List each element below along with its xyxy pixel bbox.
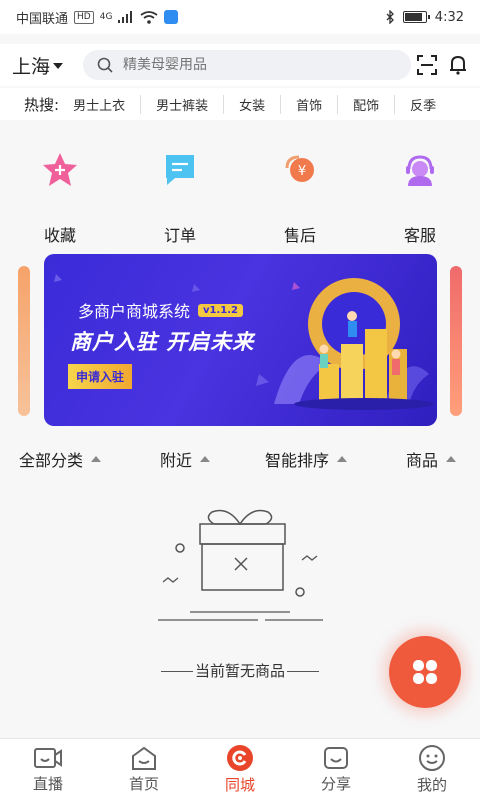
empty-gift-icon <box>158 509 323 621</box>
quick-link-favorites[interactable]: 收藏 <box>0 150 120 250</box>
sort-up-icon <box>337 456 348 462</box>
signal-icon <box>118 11 133 23</box>
hot-tag[interactable]: 男士上衣 <box>73 95 140 114</box>
quick-link-orders[interactable]: 订单 <box>120 150 240 250</box>
empty-text: 当前暂无商品 <box>194 662 285 680</box>
status-bar: 中国联通 HD 4G 4:32 <box>0 0 480 34</box>
hot-tag[interactable]: 首饰 <box>280 94 337 114</box>
star-icon <box>40 150 80 190</box>
hot-tag[interactable]: 反季 <box>394 94 451 114</box>
network-type: 4G <box>99 12 113 22</box>
battery-icon <box>402 11 430 23</box>
filter-label: 附近 <box>160 451 193 470</box>
grid-flower-icon <box>413 660 437 684</box>
carrier-name: 中国联通 <box>16 11 69 27</box>
top-bar: 上海 <box>0 44 480 86</box>
svg-text:¥: ¥ <box>298 164 306 179</box>
share-icon <box>324 747 348 769</box>
caret-down-icon <box>53 63 64 69</box>
tab-label: 直播 <box>32 775 63 793</box>
carousel-prev-card[interactable] <box>18 266 30 416</box>
quick-link-label: 收藏 <box>43 226 76 245</box>
tab-local-city[interactable]: 同城 <box>192 739 288 800</box>
tab-label: 同城 <box>224 776 255 794</box>
filter-products[interactable]: 商品 <box>406 447 457 471</box>
tab-share[interactable]: 分享 <box>288 739 384 800</box>
hot-search-label: 热搜: <box>24 95 60 114</box>
filter-smart-sort[interactable]: 智能排序 <box>265 447 348 471</box>
quick-link-customer-service[interactable]: 客服 <box>360 150 480 250</box>
divider-line <box>160 671 193 672</box>
bottom-nav: 直播 首页 同城 分享 我的 <box>0 738 480 800</box>
quick-link-label: 客服 <box>403 226 436 245</box>
city-name: 上海 <box>12 55 51 78</box>
hot-tag[interactable]: 配饰 <box>337 94 394 114</box>
order-icon <box>160 150 200 190</box>
quick-link-after-sale[interactable]: ¥ 售后 <box>240 150 360 250</box>
notification-app-icon <box>164 10 179 24</box>
sort-up-icon <box>446 456 457 462</box>
banner-carousel[interactable]: 多商户商城系统 v1.1.2 商户入驻 开启未来 申请入驻 <box>0 254 480 426</box>
hot-tag[interactable]: 女装 <box>223 94 280 114</box>
tab-label: 首页 <box>128 775 159 793</box>
quick-link-label: 订单 <box>163 226 196 245</box>
live-icon <box>34 748 62 768</box>
bell-icon[interactable] <box>448 54 468 76</box>
hot-tag[interactable]: 男士裤装 <box>140 94 223 114</box>
customer-service-icon <box>400 150 440 190</box>
filter-nearby[interactable]: 附近 <box>160 447 211 471</box>
tab-label: 分享 <box>320 775 351 793</box>
profile-icon <box>419 745 445 771</box>
floating-menu-button[interactable] <box>389 636 461 708</box>
city-selector[interactable]: 上海 <box>12 52 64 79</box>
filter-bar: 全部分类 附近 智能排序 商品 <box>0 442 480 476</box>
clock: 4:32 <box>434 9 464 25</box>
quick-links: 收藏 订单 ¥ 售后 客服 <box>0 150 480 250</box>
filter-all-categories[interactable]: 全部分类 <box>19 447 102 471</box>
search-icon <box>97 57 113 73</box>
banner-slogan: 商户入驻 开启未来 <box>70 330 255 354</box>
filter-label: 全部分类 <box>19 451 84 470</box>
filter-label: 商品 <box>406 451 439 470</box>
bluetooth-icon <box>386 10 394 24</box>
search-input[interactable] <box>123 57 384 73</box>
carousel-next-card[interactable] <box>450 266 462 416</box>
scan-icon[interactable] <box>416 54 438 76</box>
sort-up-icon <box>91 456 102 462</box>
home-icon <box>132 746 156 770</box>
divider-line <box>287 671 319 672</box>
apply-join-button[interactable]: 申请入驻 <box>68 364 133 389</box>
banner-slide[interactable]: 多商户商城系统 v1.1.2 商户入驻 开启未来 申请入驻 <box>44 254 437 426</box>
local-city-icon <box>227 745 253 771</box>
hd-badge: HD <box>74 10 94 24</box>
hot-search-bar: 热搜: 男士上衣 男士裤装 女装 首饰 配饰 反季 <box>0 88 480 120</box>
wifi-icon <box>140 10 158 24</box>
filter-label: 智能排序 <box>265 451 330 470</box>
tab-home[interactable]: 首页 <box>96 739 192 800</box>
tab-label: 我的 <box>416 776 447 794</box>
version-badge: v1.1.2 <box>198 303 244 317</box>
quick-link-label: 售后 <box>283 226 316 245</box>
sort-up-icon <box>200 456 211 462</box>
banner-title: 多商户商城系统 v1.1.2 <box>78 298 244 322</box>
after-sale-icon: ¥ <box>280 150 320 190</box>
tab-live[interactable]: 直播 <box>0 739 96 800</box>
tab-profile[interactable]: 我的 <box>384 739 480 800</box>
search-box[interactable] <box>83 50 412 80</box>
banner-title-text: 多商户商城系统 <box>78 302 191 321</box>
